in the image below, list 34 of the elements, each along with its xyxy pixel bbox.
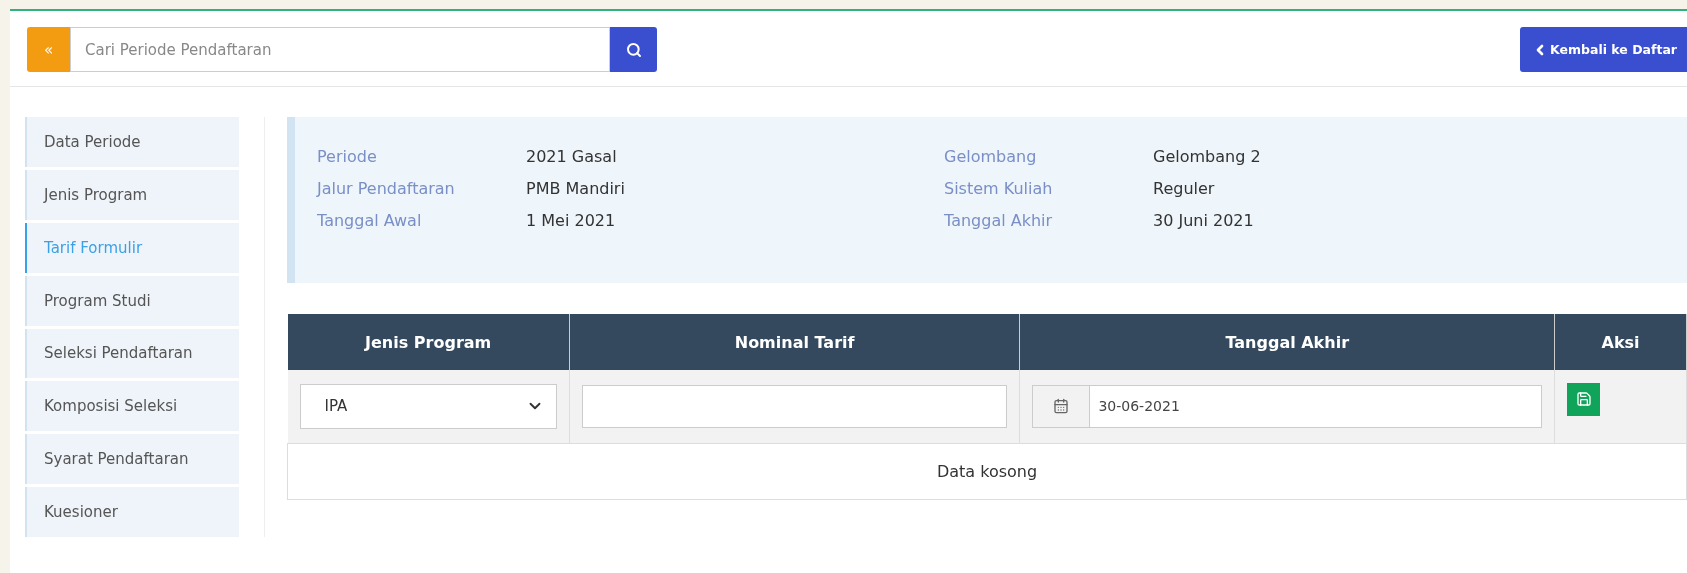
sidebar-item[interactable]: Program Studi (25, 275, 239, 326)
info-value: 2021 Gasal (526, 147, 618, 166)
info-label: Periode (317, 147, 378, 166)
search-field[interactable]: Cari Periode Pendaftaran (70, 27, 610, 72)
nominal-field[interactable] (581, 384, 1008, 428)
back-button[interactable]: Kembali ke Daftar (1520, 27, 1687, 72)
info-label: Jalur Pendaftaran (317, 179, 456, 198)
column-header: Jenis Program (287, 314, 570, 370)
info-value: 30 Juni 2021 (1153, 211, 1255, 230)
search-button[interactable] (610, 27, 657, 72)
date-field[interactable]: 30-06-2021 (1032, 384, 1543, 428)
save-button[interactable] (1567, 382, 1601, 416)
empty-message: Data kosong (936, 461, 1038, 481)
info-value: Gelombang 2 (1153, 147, 1262, 166)
column-header: Nominal Tarif (569, 314, 1020, 370)
sidebar-item[interactable]: Data Periode (25, 117, 239, 167)
info-value: Reguler (1153, 179, 1216, 198)
calendar-icon (1053, 398, 1070, 415)
sidebar-item[interactable]: Jenis Program (25, 169, 239, 220)
info-label: Tanggal Akhir (944, 211, 1054, 230)
column-header: Tanggal Akhir (1019, 314, 1555, 370)
search-icon (625, 41, 642, 58)
info-label: Sistem Kuliah (944, 179, 1054, 198)
program-select[interactable]: IPA (299, 383, 557, 429)
sidebar-item[interactable]: Seleksi Pendaftaran (25, 328, 239, 379)
column-header: Aksi (1554, 314, 1687, 370)
info-label: Tanggal Awal (317, 211, 423, 230)
sidebar-item[interactable]: Kuesioner (25, 487, 239, 537)
sidebar-item[interactable]: Komposisi Seleksi (25, 381, 239, 432)
info-value: PMB Mandiri (526, 179, 626, 198)
info-value: 1 Mei 2021 (526, 211, 617, 230)
info-label: Gelombang (944, 147, 1038, 166)
sidebar-item[interactable]: Syarat Pendaftaran (25, 434, 239, 485)
save-icon (1575, 391, 1592, 408)
